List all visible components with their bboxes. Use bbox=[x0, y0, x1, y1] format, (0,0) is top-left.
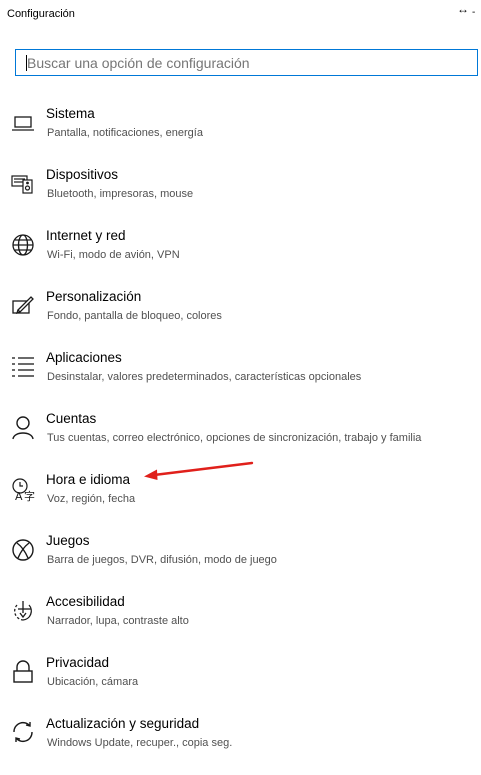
settings-item-aplicaciones[interactable]: Aplicaciones Desinstalar, valores predet… bbox=[0, 348, 481, 398]
svg-text:字: 字 bbox=[24, 489, 35, 502]
accessibility-icon bbox=[9, 596, 37, 624]
item-label: Personalización bbox=[46, 289, 142, 304]
item-description: Narrador, lupa, contraste alto bbox=[47, 615, 189, 627]
settings-item-privacidad[interactable]: Privacidad Ubicación, cámara bbox=[0, 653, 481, 703]
item-label: Sistema bbox=[46, 106, 95, 121]
svg-text:A: A bbox=[15, 490, 23, 502]
item-label: Dispositivos bbox=[46, 167, 119, 182]
time-language-icon: A 字 bbox=[9, 474, 37, 502]
item-description: Voz, región, fecha bbox=[47, 493, 136, 505]
title-bar[interactable]: Configuración ↔ - bbox=[0, 0, 481, 30]
person-icon bbox=[9, 413, 37, 441]
item-description: Desinstalar, valores predeterminados, ca… bbox=[47, 371, 362, 383]
settings-item-cuentas[interactable]: Cuentas Tus cuentas, correo electrónico,… bbox=[0, 409, 481, 459]
settings-item-actualizacion[interactable]: Actualización y seguridad Windows Update… bbox=[0, 714, 481, 764]
item-description: Windows Update, recuper., copia seg. bbox=[47, 737, 233, 749]
item-label: Internet y red bbox=[46, 228, 126, 243]
item-description: Pantalla, notificaciones, energía bbox=[47, 127, 203, 139]
item-description: Ubicación, cámara bbox=[47, 676, 139, 688]
settings-item-internet[interactable]: Internet y red Wi-Fi, modo de avión, VPN bbox=[0, 226, 481, 276]
item-label: Aplicaciones bbox=[46, 350, 122, 365]
item-label: Privacidad bbox=[46, 655, 110, 670]
laptop-icon bbox=[9, 108, 37, 136]
minimize-button[interactable]: - bbox=[472, 6, 475, 20]
settings-item-accesibilidad[interactable]: Accesibilidad Narrador, lupa, contraste … bbox=[0, 592, 481, 642]
item-label: Cuentas bbox=[46, 411, 97, 426]
settings-item-hora-idioma[interactable]: A 字 Hora e idioma Voz, región, fecha bbox=[0, 470, 481, 520]
globe-icon bbox=[9, 230, 37, 258]
devices-icon bbox=[9, 169, 37, 197]
item-label: Actualización y seguridad bbox=[46, 716, 200, 731]
settings-item-juegos[interactable]: Juegos Barra de juegos, DVR, difusión, m… bbox=[0, 531, 481, 581]
lock-icon bbox=[9, 657, 37, 685]
personalization-icon bbox=[9, 291, 37, 319]
item-label: Accesibilidad bbox=[46, 594, 125, 609]
settings-item-personalizacion[interactable]: Personalización Fondo, pantalla de bloqu… bbox=[0, 287, 481, 337]
app-title: Configuración bbox=[7, 8, 75, 20]
resize-icon[interactable]: ↔ bbox=[457, 2, 469, 16]
item-description: Barra de juegos, DVR, difusión, modo de … bbox=[47, 554, 277, 566]
item-description: Wi-Fi, modo de avión, VPN bbox=[47, 249, 180, 261]
apps-list-icon bbox=[9, 352, 37, 380]
text-caret bbox=[26, 55, 27, 71]
xbox-icon bbox=[9, 535, 37, 563]
search-box[interactable] bbox=[15, 49, 478, 76]
item-description: Bluetooth, impresoras, mouse bbox=[47, 188, 194, 200]
item-label: Hora e idioma bbox=[46, 472, 131, 487]
settings-window: Configuración ↔ - Sistema Pantalla, noti… bbox=[0, 0, 481, 775]
settings-item-sistema[interactable]: Sistema Pantalla, notificaciones, energí… bbox=[0, 104, 481, 154]
update-icon bbox=[9, 718, 37, 746]
item-label: Juegos bbox=[46, 533, 90, 548]
item-description: Fondo, pantalla de bloqueo, colores bbox=[47, 310, 222, 322]
settings-item-dispositivos[interactable]: Dispositivos Bluetooth, impresoras, mous… bbox=[0, 165, 481, 215]
item-description: Tus cuentas, correo electrónico, opcione… bbox=[47, 432, 422, 444]
search-input[interactable] bbox=[16, 50, 477, 75]
